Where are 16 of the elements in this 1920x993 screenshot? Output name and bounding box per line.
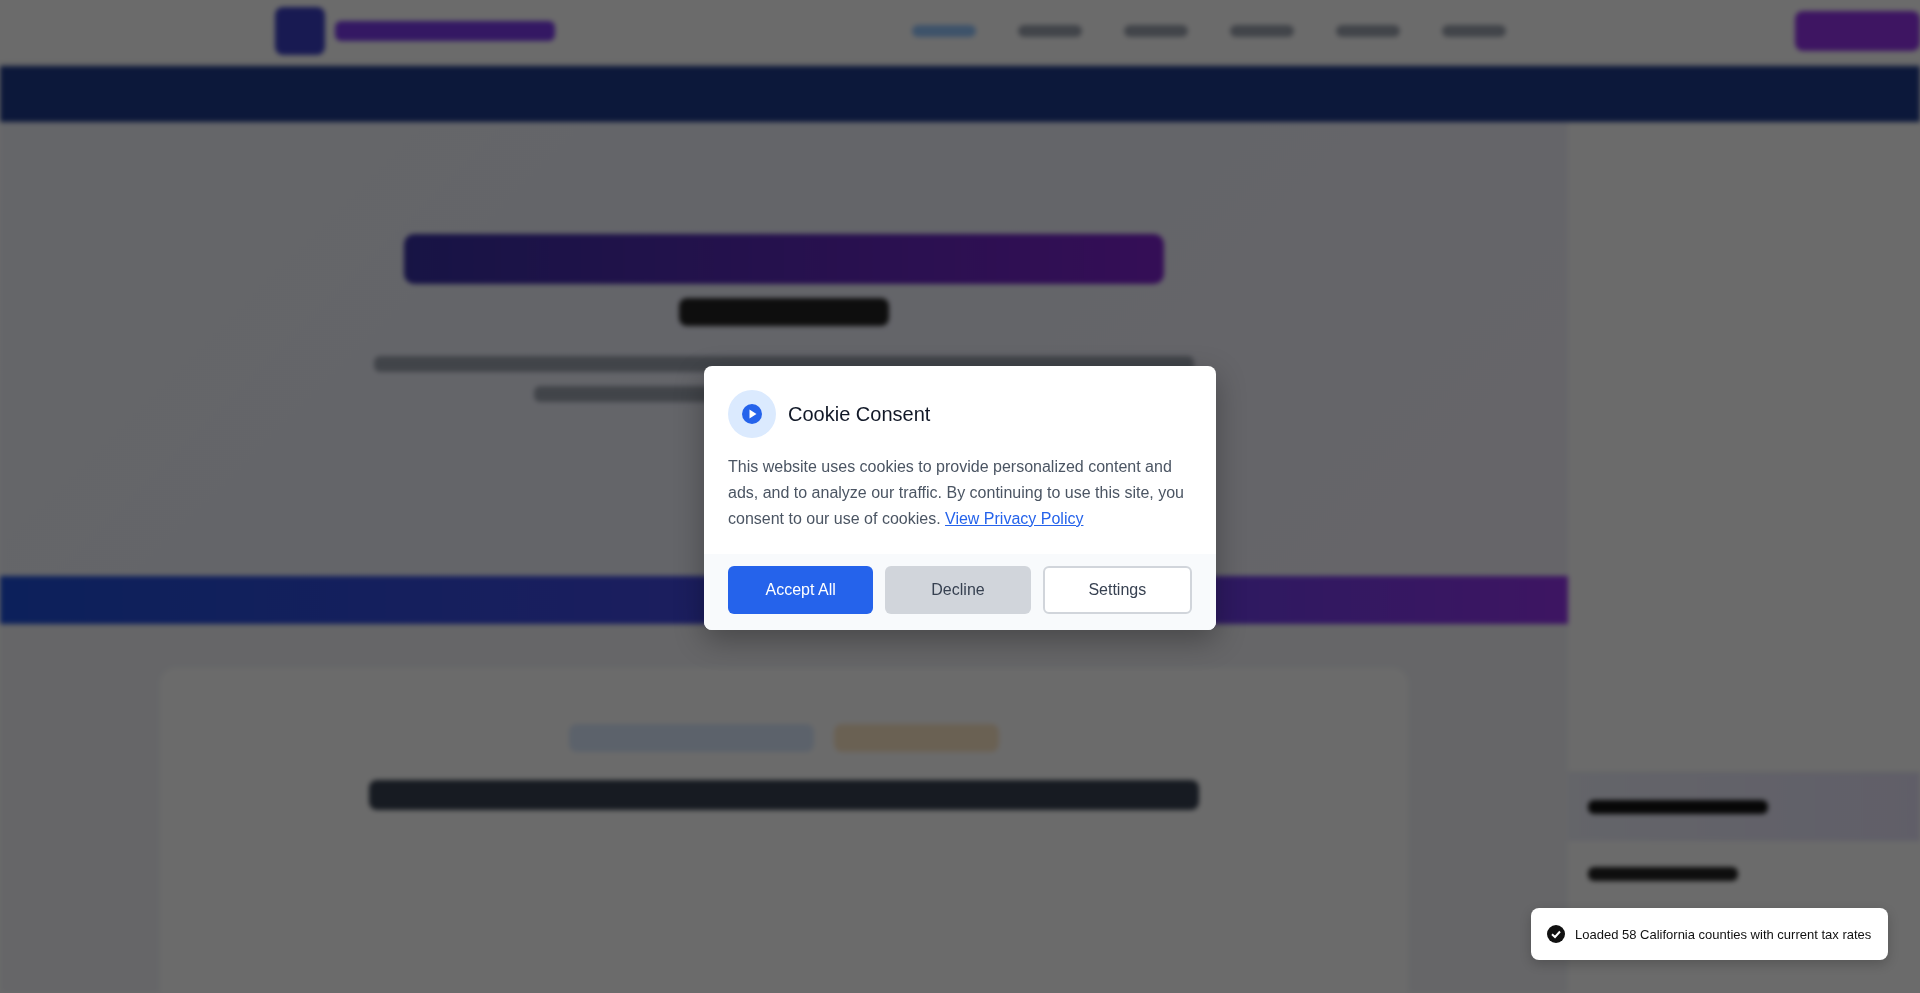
dialog-message: This website uses cookies to provide personalized content and ads, and to analyze our traffic. By continuing to use this site, you consent to our use of cookies. View Privacy Policy: [728, 457, 1185, 529]
settings-button[interactable]: Settings: [1042, 566, 1192, 614]
blurred-text: [1018, 25, 1082, 37]
check-icon: [1547, 925, 1565, 943]
toast-message: Loaded 58 California counties with current tax rates: [1575, 926, 1872, 942]
play-icon: [728, 390, 776, 438]
privacy-policy-link[interactable]: View Privacy Policy: [945, 510, 1084, 527]
blurred-text: [1336, 25, 1400, 37]
decline-button[interactable]: Decline: [885, 566, 1031, 614]
blurred-text: [1124, 25, 1188, 37]
blurred-text: [1230, 25, 1294, 37]
blurred-text: [1442, 25, 1506, 37]
dialog-title: Cookie Consent: [788, 402, 931, 426]
accept-button[interactable]: Accept All: [728, 566, 874, 614]
blurred-text: [912, 25, 976, 37]
logo-icon: [275, 7, 325, 55]
